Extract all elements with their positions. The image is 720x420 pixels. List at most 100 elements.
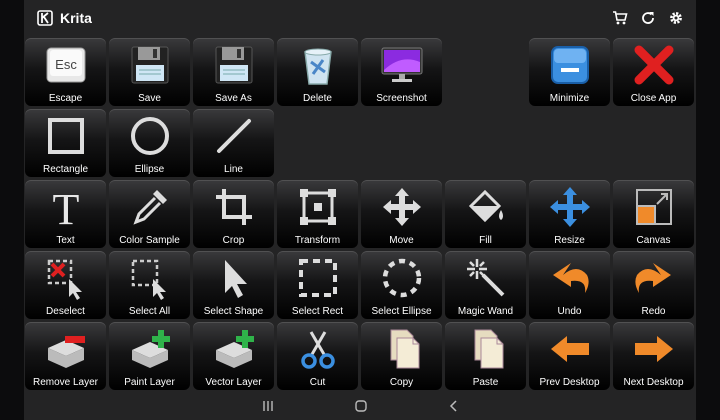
button-label: Close App — [630, 93, 677, 104]
redo-arrow-icon — [634, 263, 671, 293]
cut-button[interactable]: Cut — [277, 322, 358, 390]
left-bezel — [0, 0, 24, 420]
close-app-button[interactable]: Close App — [613, 38, 694, 106]
escape-button[interactable]: Esc Escape — [25, 38, 106, 106]
redo-button[interactable]: Redo — [613, 251, 694, 319]
letter-t-icon: T — [52, 185, 79, 230]
paint-bucket-icon — [468, 189, 503, 223]
left-arrow-icon — [550, 336, 589, 362]
next-desktop-button[interactable]: Next Desktop — [613, 322, 694, 390]
canvas-button[interactable]: Canvas — [613, 180, 694, 248]
button-label: Copy — [389, 377, 414, 388]
scissors-icon — [300, 331, 335, 369]
paint-layer-button[interactable]: Paint Layer — [109, 322, 190, 390]
button-label: Transform — [294, 235, 341, 246]
svg-text:T: T — [52, 185, 79, 230]
red-x-icon — [634, 45, 673, 85]
button-label: Fill — [479, 235, 492, 246]
delete-button[interactable]: Delete — [277, 38, 358, 106]
button-label: Deselect — [46, 306, 85, 317]
button-label: Prev Desktop — [539, 377, 600, 388]
resize-button[interactable]: Resize — [529, 180, 610, 248]
button-label: Cut — [309, 377, 326, 388]
transform-icon — [299, 189, 336, 225]
button-label: Text — [56, 235, 75, 246]
floppy-icon — [131, 46, 168, 84]
right-arrow-icon — [634, 336, 673, 362]
resize-arrows-icon — [549, 187, 590, 227]
move-button[interactable]: Move — [361, 180, 442, 248]
button-label: Canvas — [636, 235, 671, 246]
save-as-button[interactable]: Save As — [193, 38, 274, 106]
floppy-icon — [215, 46, 252, 84]
svg-text:Esc: Esc — [55, 57, 77, 72]
button-label: Color Sample — [119, 235, 180, 246]
button-label: Escape — [48, 93, 83, 104]
crop-icon — [215, 189, 252, 225]
button-label: Screenshot — [376, 93, 427, 104]
minimize-button[interactable]: Minimize — [529, 38, 610, 106]
ellipse-button[interactable]: Ellipse — [109, 109, 190, 177]
add-layer-icon — [215, 330, 254, 368]
crop-button[interactable]: Crop — [193, 180, 274, 248]
button-label: Redo — [641, 306, 666, 317]
refresh-icon[interactable] — [640, 10, 656, 26]
home-icon[interactable] — [353, 398, 369, 414]
text-button[interactable]: T Text — [25, 180, 106, 248]
button-label: Paste — [472, 377, 499, 388]
button-label: Magic Wand — [457, 306, 514, 317]
button-label: Select Rect — [291, 306, 344, 317]
app-panel: Krita Esc Escape Save Save As Delete Screensh… — [24, 0, 696, 420]
copy-button[interactable]: Copy — [361, 322, 442, 390]
cart-icon[interactable] — [612, 10, 628, 26]
canvas-resize-icon — [635, 189, 672, 225]
move-arrows-icon — [382, 188, 421, 226]
minimize-window-icon — [550, 46, 589, 84]
remove-layer-button[interactable]: Remove Layer — [25, 322, 106, 390]
trash-icon — [303, 48, 332, 85]
back-icon[interactable] — [446, 398, 462, 414]
krita-logo-icon — [37, 10, 53, 26]
vector-layer-button[interactable]: Vector Layer — [193, 322, 274, 390]
line-button[interactable]: Line — [193, 109, 274, 177]
color-sample-button[interactable]: Color Sample — [109, 180, 190, 248]
screenshot-button[interactable]: Screenshot — [361, 38, 442, 106]
magic-wand-button[interactable]: Magic Wand — [445, 251, 526, 319]
select-ellipse-button[interactable]: Select Ellipse — [361, 251, 442, 319]
rectangle-button[interactable]: Rectangle — [25, 109, 106, 177]
select-rect-button[interactable]: Select Rect — [277, 251, 358, 319]
circle-outline-icon — [130, 117, 169, 155]
fill-button[interactable]: Fill — [445, 180, 526, 248]
button-label: Undo — [557, 306, 582, 317]
button-label: Ellipse — [134, 164, 165, 175]
eyedropper-icon — [132, 190, 167, 225]
select-shape-button[interactable]: Select Shape — [193, 251, 274, 319]
button-label: Save As — [215, 93, 252, 104]
button-label: Select All — [128, 306, 171, 317]
save-button[interactable]: Save — [109, 38, 190, 106]
button-label: Line — [224, 164, 243, 175]
button-label: Rectangle — [42, 164, 89, 175]
top-bar: Krita — [24, 0, 696, 36]
button-label: Select Shape — [203, 306, 264, 317]
transform-button[interactable]: Transform — [277, 180, 358, 248]
square-outline-icon — [47, 118, 84, 154]
undo-button[interactable]: Undo — [529, 251, 610, 319]
documents-icon — [474, 329, 503, 369]
remove-layer-icon — [47, 336, 85, 368]
button-label: Crop — [222, 235, 245, 246]
button-label: Select Ellipse — [371, 306, 432, 317]
dashed-circle-icon — [382, 258, 421, 298]
android-nav-bar — [24, 392, 696, 420]
settings-icon[interactable] — [668, 10, 684, 26]
paste-button[interactable]: Paste — [445, 322, 526, 390]
button-label: Resize — [554, 235, 585, 246]
deselect-button[interactable]: Deselect — [25, 251, 106, 319]
button-label: Move — [389, 235, 414, 246]
prev-desktop-button[interactable]: Prev Desktop — [529, 322, 610, 390]
dashed-rect-icon — [298, 259, 337, 297]
select-all-button[interactable]: Select All — [109, 251, 190, 319]
recents-icon[interactable] — [260, 398, 276, 414]
button-label: Remove Layer — [32, 377, 99, 388]
documents-icon — [390, 329, 419, 369]
